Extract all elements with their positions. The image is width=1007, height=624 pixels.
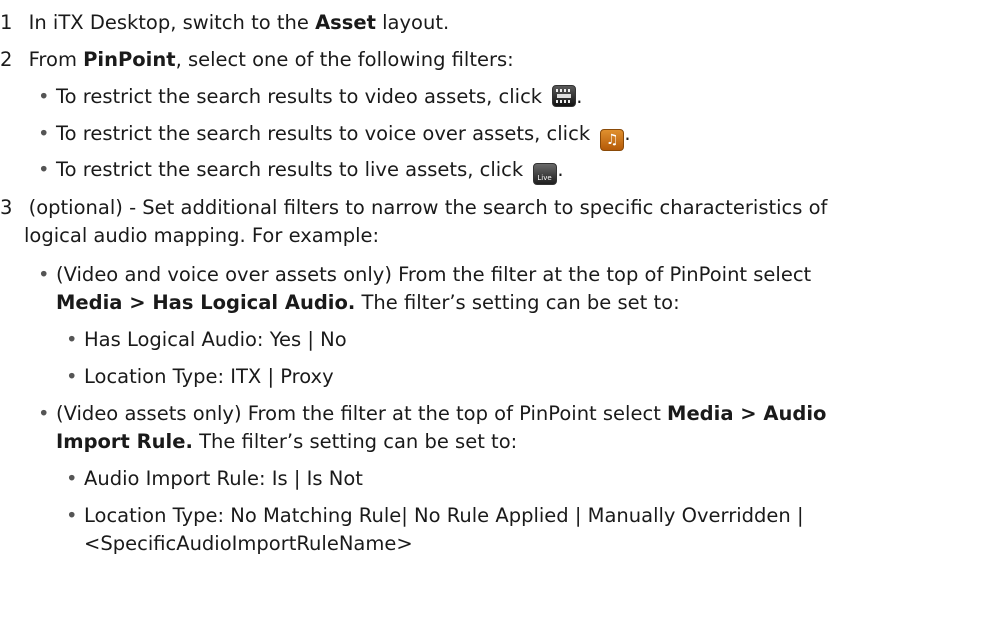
menu-path: Media > Has Logical Audio. — [56, 291, 356, 314]
step-2: 2 From PinPoint, select one of the follo… — [0, 47, 514, 73]
step-number: 2 — [0, 48, 13, 71]
list-item-continued: Import Rule. The filter’s setting can be… — [56, 430, 518, 453]
voice-over-filter-icon[interactable]: ♫ — [600, 129, 625, 151]
video-filter-icon[interactable] — [552, 85, 577, 107]
sub-list-item-continued: <SpecificAudioImportRuleName> — [84, 532, 413, 555]
list-item-continued: Media > Has Logical Audio. The filter’s … — [56, 291, 680, 314]
step-text: In iTX Desktop, switch to the — [28, 11, 316, 34]
asset-layout-label: Asset — [315, 11, 376, 34]
step-text: From — [28, 48, 84, 71]
list-item: To restrict the search results to live a… — [38, 157, 564, 185]
step-number: 3 — [0, 196, 13, 219]
list-item: (Video and voice over assets only) From … — [38, 262, 811, 288]
menu-path: Import Rule. — [56, 430, 193, 453]
list-item: To restrict the search results to video … — [38, 84, 582, 110]
live-filter-icon[interactable]: Live — [533, 163, 558, 185]
menu-path: Media > Audio — [667, 402, 827, 425]
step-3: 3 (optional) - Set additional filters to… — [0, 195, 827, 221]
pinpoint-label: PinPoint — [83, 48, 176, 71]
step-text: (optional) - Set additional filters to n… — [28, 196, 828, 219]
sub-list-item: Location Type: No Matching Rule| No Rule… — [66, 503, 804, 529]
sub-list-item: Has Logical Audio: Yes | No — [66, 327, 347, 353]
step-text-end: , select one of the following filters: — [175, 48, 514, 71]
sub-list-item: Location Type: ITX | Proxy — [66, 364, 334, 390]
step-number: 1 — [0, 11, 13, 34]
list-item: (Video assets only) From the filter at t… — [38, 401, 827, 427]
list-item: To restrict the search results to voice … — [38, 121, 631, 151]
sub-list-item: Audio Import Rule: Is | Is Not — [66, 466, 363, 492]
step-text-end: layout. — [375, 11, 450, 34]
step-3-continued: logical audio mapping. For example: — [24, 224, 380, 247]
step-1: 1 In iTX Desktop, switch to the Asset la… — [0, 10, 449, 36]
